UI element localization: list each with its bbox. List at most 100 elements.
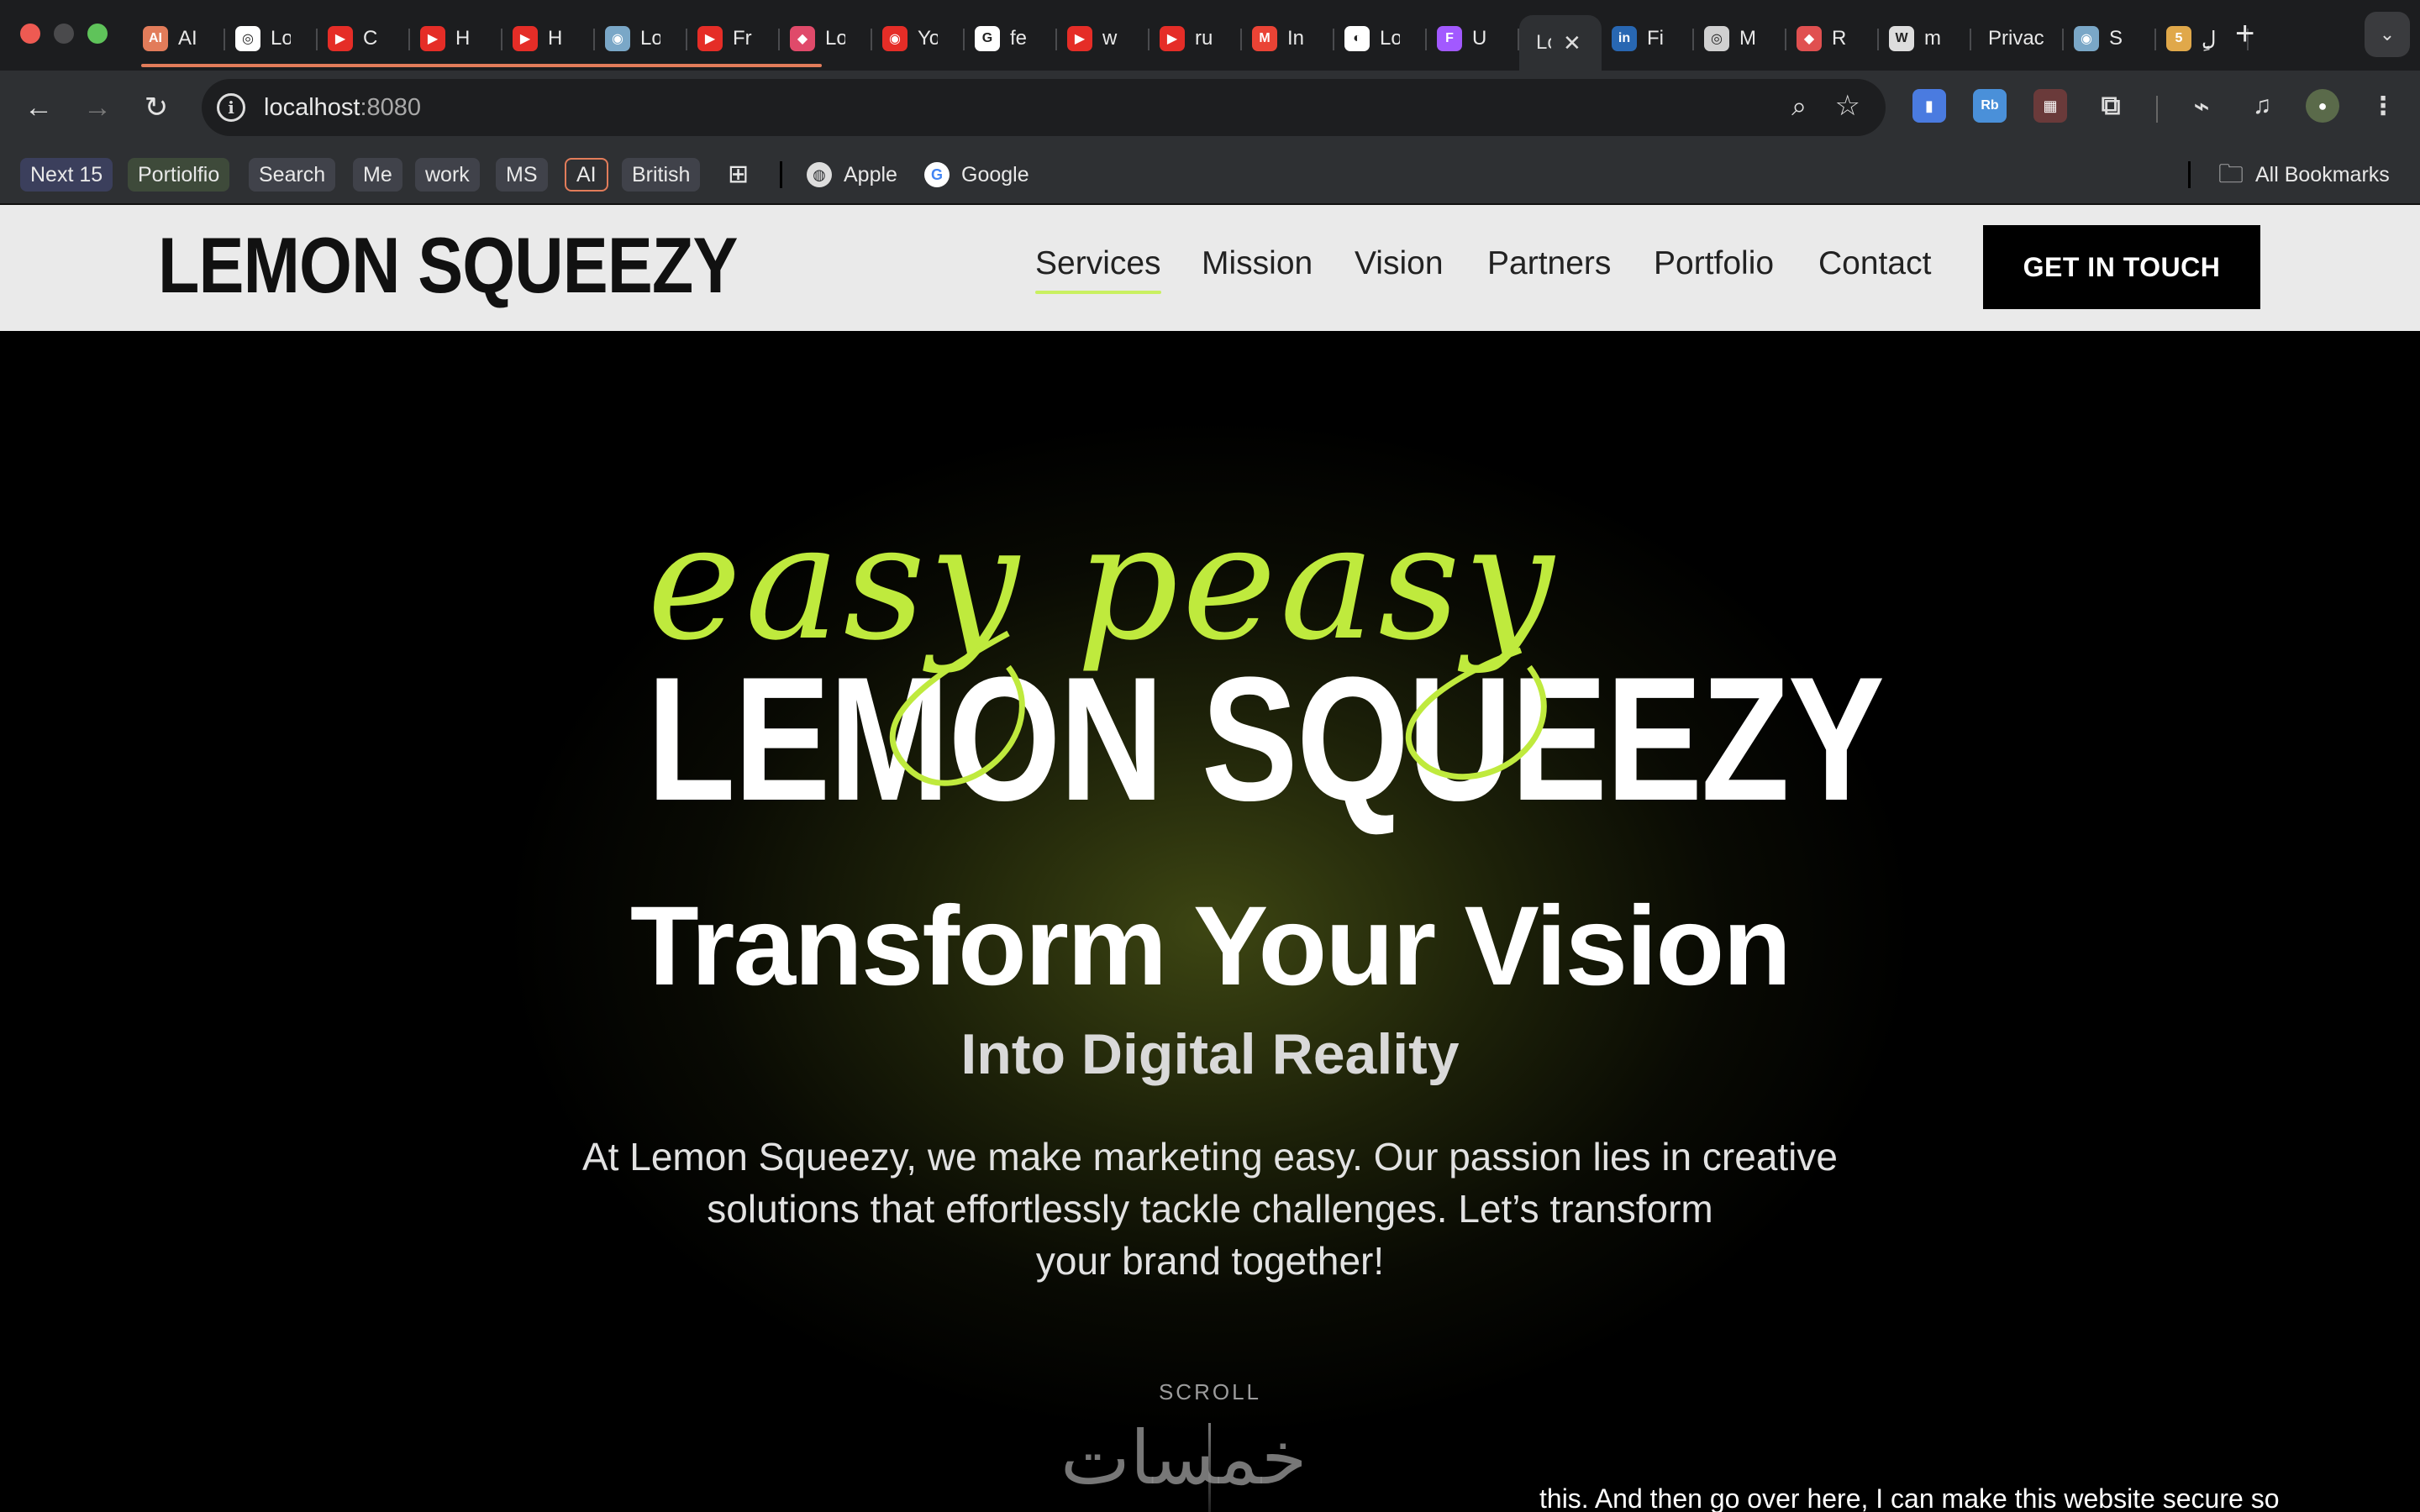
tab[interactable]: ▶ C <box>318 15 410 62</box>
tab[interactable]: AI AI <box>133 15 225 62</box>
youtube-icon: ▶ <box>420 26 445 51</box>
tab-title: Lo <box>825 27 845 50</box>
media-controls-icon[interactable]: ♫ <box>2245 89 2279 123</box>
bookmark-ai[interactable]: AI <box>565 158 608 192</box>
tab[interactable]: ◐ Lo <box>1334 15 1427 62</box>
bookmark-search[interactable]: Search <box>249 158 336 192</box>
forward-button[interactable]: → <box>77 87 118 128</box>
bookmark-next-15[interactable]: Next 15 <box>20 158 113 192</box>
tab[interactable]: Wm <box>1879 15 1971 62</box>
globe-icon: ◉ <box>2074 26 2099 51</box>
tab-active[interactable]: Lo ✕ <box>1519 15 1602 71</box>
globe-icon: ◉ <box>605 26 630 51</box>
tab-title: fe <box>1010 27 1028 50</box>
tab-title: w <box>1102 27 1118 50</box>
app-icon: ◎ <box>1704 26 1729 51</box>
browser-menu-icon[interactable]: ⋮ <box>2366 89 2400 123</box>
close-tab-icon[interactable]: ✕ <box>1563 30 1581 56</box>
extensions-puzzle-icon[interactable]: ⧉ <box>2094 89 2128 123</box>
url-host: localhost <box>264 94 360 121</box>
bookmark-google[interactable]: G Google <box>924 158 1039 192</box>
nav-partners[interactable]: Partners <box>1487 245 1611 282</box>
hero-section: LEMON SQUEEZY easy peasy Transform Your … <box>0 331 2420 1512</box>
tab[interactable]: FU <box>1427 15 1519 62</box>
tab[interactable]: ◎ M <box>1694 15 1786 62</box>
tab-title: In <box>1287 27 1305 50</box>
tab[interactable]: ◉ Lo <box>595 15 687 62</box>
tab[interactable]: ▶ H <box>502 15 595 62</box>
zoom-icon[interactable]: ⌕ <box>1791 91 1807 123</box>
url-port: :8080 <box>360 94 422 121</box>
bookmark-apple[interactable]: ◍ Apple <box>807 158 908 192</box>
youtube-icon: ▶ <box>697 26 723 51</box>
site-header: LEMON SQUEEZY Services Mission Vision Pa… <box>0 205 2420 331</box>
tab[interactable]: ◆ Lo <box>780 15 872 62</box>
app-five-icon: 5 <box>2166 26 2191 51</box>
readable-extension-icon[interactable]: Rb <box>1973 89 2007 123</box>
back-button[interactable]: ← <box>18 87 59 128</box>
bookmark-portiolfio[interactable]: Portiolfio <box>128 158 230 192</box>
bookmark-ms[interactable]: MS <box>496 158 548 192</box>
close-window-button[interactable] <box>20 24 40 44</box>
bookmark-british[interactable]: British <box>622 158 701 192</box>
tab[interactable]: ◆ R <box>1786 15 1879 62</box>
site-logo[interactable]: LEMON SQUEEZY <box>158 223 738 307</box>
bookmark-star-icon[interactable]: ☆ <box>1835 89 1860 123</box>
tab-title: C <box>363 27 378 50</box>
bookmark-work[interactable]: work <box>415 158 480 192</box>
reload-button[interactable]: ↻ <box>136 87 176 128</box>
tab-title: Lo <box>271 27 291 50</box>
tab[interactable]: ▶ Fr <box>687 15 780 62</box>
profile-avatar[interactable]: ● <box>2306 89 2339 123</box>
tab-title: R <box>1832 27 1847 50</box>
tab[interactable]: M In <box>1242 15 1334 62</box>
performance-icon[interactable]: ⌁ <box>2185 89 2218 123</box>
folder-icon: 🗀 <box>2218 160 2244 188</box>
all-bookmarks-folder[interactable]: 🗀 All Bookmarks <box>2218 158 2400 192</box>
tab[interactable]: Gfe <box>965 15 1057 62</box>
nav-contact[interactable]: Contact <box>1818 245 1931 282</box>
hero-intro-line-1: At Lemon Squeezy, we make marketing easy… <box>582 1135 1838 1179</box>
browser-tab-strip: AI AI ◎ Lo ▶ C ▶ H ▶ H ◉ Lo ▶ Fr ◆ Lo ◉ Yo Gfe ▶ w ▶ ru M In ◐ Lo F… <box>0 0 2420 71</box>
bookmark-me[interactable]: Me <box>353 158 402 192</box>
color-picker-extension-icon[interactable]: ▦ <box>2033 89 2067 123</box>
tab[interactable]: ◎ Lo <box>225 15 318 62</box>
script-flourish-loops <box>889 630 1547 786</box>
get-in-touch-button[interactable]: GET IN TOUCH <box>1983 225 2260 309</box>
tab-title: Lo <box>640 27 660 50</box>
tab[interactable]: ▶ w <box>1057 15 1150 62</box>
scroll-indicator-label[interactable]: SCROLL <box>0 1379 2420 1405</box>
nav-mission[interactable]: Mission <box>1202 245 1313 282</box>
tab-title: Lo <box>1380 27 1400 50</box>
nav-vision[interactable]: Vision <box>1355 245 1444 282</box>
hero-intro-line-2: solutions that effortlessly tackle chall… <box>707 1187 1713 1231</box>
site-info-icon[interactable]: i <box>217 93 245 122</box>
tab-title: Lo <box>1536 31 1551 54</box>
new-tab-button[interactable]: + <box>2235 15 2254 52</box>
tab[interactable]: Privac <box>1971 15 2064 62</box>
all-bookmarks-label: All Bookmarks <box>2255 163 2390 186</box>
tab-title: ِِل <box>2202 27 2217 50</box>
tab[interactable]: ◉ S <box>2064 15 2156 62</box>
address-bar[interactable]: i localhost:8080 ⌕ ☆ <box>202 79 1886 136</box>
tab-title: ru <box>1195 27 1213 50</box>
tab[interactable]: ▶ H <box>410 15 502 62</box>
nav-portfolio[interactable]: Portfolio <box>1654 245 1774 282</box>
hero-intro-line-3: your brand together! <box>1035 1239 1385 1283</box>
apple-globe-icon: ◍ <box>807 162 832 187</box>
url-text[interactable]: localhost:8080 <box>264 94 421 122</box>
tab-title: H <box>455 27 471 50</box>
figma-icon: F <box>1437 26 1462 51</box>
zoom-window-button[interactable] <box>87 24 108 44</box>
linkedin-icon: in <box>1612 26 1637 51</box>
youtube-icon: ▶ <box>513 26 538 51</box>
apps-grid-icon[interactable]: ⊞ <box>728 158 759 192</box>
tab-title: Fi <box>1647 27 1664 50</box>
tab[interactable]: in Fi <box>1602 15 1694 62</box>
nav-services[interactable]: Services <box>1035 245 1161 294</box>
tab[interactable]: ▶ ru <box>1150 15 1242 62</box>
tab-search-button[interactable]: ⌄ <box>2365 12 2410 57</box>
tab[interactable]: ◉ Yo <box>872 15 965 62</box>
minimize-window-button[interactable] <box>54 24 74 44</box>
docs-extension-icon[interactable]: ▮ <box>1912 89 1946 123</box>
